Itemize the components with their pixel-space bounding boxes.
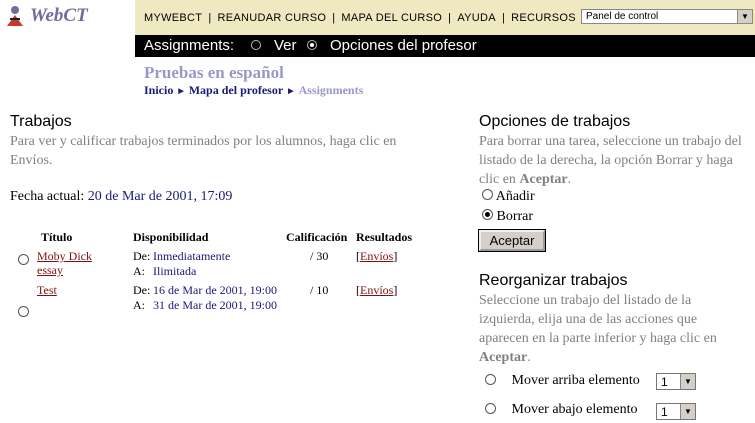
nav-separator: | bbox=[501, 12, 506, 24]
grade-max: / 10 bbox=[310, 283, 329, 297]
logo-area: WebCT bbox=[0, 0, 135, 37]
grade-max: / 30 bbox=[310, 249, 329, 263]
course-title: Pruebas en español bbox=[144, 63, 284, 82]
assignment-title-link[interactable]: Moby Dick bbox=[37, 249, 92, 264]
webct-logo-icon bbox=[7, 6, 23, 26]
logo-text: WebCT bbox=[30, 5, 88, 26]
radio-ver-label: Ver bbox=[274, 37, 297, 54]
top-nav-links: MYWEBCT | REANUDAR CURSO | MAPA DEL CURSO | AY… bbox=[144, 12, 576, 24]
top-navigation: MYWEBCT | REANUDAR CURSO | MAPA DEL CURSO | AY… bbox=[135, 0, 755, 37]
opciones-description: Para borrar una tarea, seleccione un tra… bbox=[479, 134, 742, 187]
nav-link-recursos[interactable]: RECURSOS bbox=[511, 12, 576, 24]
column-header-titulo: Título bbox=[41, 230, 73, 244]
radio-move-down[interactable] bbox=[485, 403, 496, 414]
chevron-down-icon[interactable]: ▼ bbox=[737, 10, 752, 23]
assignments-mode-bar: Assignments: Ver Opciones del profesor bbox=[135, 35, 755, 57]
assignments-label: Assignments: bbox=[144, 37, 235, 54]
current-date-label: Fecha actual: bbox=[10, 189, 85, 204]
breadcrumb-arrow-icon: ▶ bbox=[288, 87, 294, 96]
availability-to-label: A: bbox=[133, 298, 145, 312]
move-down-label: Mover abajo elemento bbox=[511, 402, 638, 417]
nav-separator: | bbox=[332, 12, 336, 24]
availability-from: Inmediatamente bbox=[153, 249, 231, 263]
option-anadir[interactable]: Añadir bbox=[482, 189, 535, 205]
current-date-value: 20 de Mar de 2001, 17:09 bbox=[87, 189, 233, 204]
nav-link-mywebct[interactable]: MYWEBCT bbox=[144, 12, 202, 24]
reorganizar-heading: Reorganizar trabajos bbox=[479, 272, 628, 289]
breadcrumb-current: Assignments bbox=[298, 83, 364, 97]
move-down-option[interactable]: Mover abajo elemento bbox=[485, 402, 637, 418]
radio-ver[interactable] bbox=[251, 40, 261, 50]
nav-separator: | bbox=[208, 12, 212, 24]
opciones-heading: Opciones de trabajos bbox=[479, 113, 631, 130]
reorganizar-description: Seleccione un trabajo del listado de la … bbox=[479, 293, 717, 365]
move-down-select[interactable]: 1 ▼ bbox=[656, 403, 696, 420]
option-borrar-label: Borrar bbox=[496, 209, 534, 224]
availability-to-label: A: bbox=[133, 264, 145, 278]
option-borrar[interactable]: Borrar bbox=[482, 209, 533, 225]
aceptar-button[interactable]: Aceptar bbox=[478, 229, 546, 252]
availability-to: 31 de Mar de 2001, 19:00 bbox=[153, 298, 277, 312]
nav-separator: | bbox=[448, 12, 452, 24]
breadcrumb-inicio[interactable]: Inicio bbox=[144, 83, 173, 97]
move-up-select[interactable]: 1 ▼ bbox=[656, 373, 696, 390]
trabajos-heading: Trabajos bbox=[10, 113, 72, 130]
availability-to: Ilimitada bbox=[153, 264, 197, 278]
radio-anadir[interactable] bbox=[482, 189, 493, 200]
nav-link-ayuda[interactable]: AYUDA bbox=[457, 12, 496, 24]
panel-select-value: Panel de control bbox=[586, 11, 659, 22]
move-up-value: 1 bbox=[661, 375, 668, 389]
availability-from: 16 de Mar de 2001, 19:00 bbox=[153, 283, 277, 297]
column-header-resultados: Resultados bbox=[356, 230, 413, 244]
availability-from-label: De: bbox=[133, 249, 151, 263]
panel-control-select[interactable]: Panel de control ▼ bbox=[581, 9, 753, 24]
breadcrumb-arrow-icon: ▶ bbox=[178, 87, 184, 96]
availability-from-label: De: bbox=[133, 283, 151, 297]
column-header-calificacion: Calificación bbox=[286, 230, 348, 244]
current-date: Fecha actual: 20 de Mar de 2001, 17:09 bbox=[10, 189, 232, 205]
assignment-title-link-cont[interactable]: essay bbox=[37, 263, 63, 278]
chevron-down-icon[interactable]: ▼ bbox=[680, 404, 695, 419]
results-link[interactable]: [Envíos] bbox=[356, 283, 397, 298]
radio-opciones-profesor-label: Opciones del profesor bbox=[330, 37, 477, 54]
row-select-radio[interactable] bbox=[18, 254, 29, 265]
move-down-value: 1 bbox=[661, 405, 668, 419]
breadcrumb: Inicio ▶ Mapa del profesor ▶ Assignments bbox=[144, 83, 363, 98]
move-up-option[interactable]: Mover arriba elemento bbox=[485, 373, 640, 389]
chevron-down-icon[interactable]: ▼ bbox=[680, 374, 695, 389]
move-up-label: Mover arriba elemento bbox=[511, 373, 640, 388]
breadcrumb-mapa-profesor[interactable]: Mapa del profesor bbox=[189, 83, 283, 97]
row-select-radio[interactable] bbox=[18, 306, 29, 317]
trabajos-description: Para ver y calificar trabajos terminados… bbox=[10, 134, 397, 168]
assignment-title-link[interactable]: Test bbox=[37, 283, 57, 298]
radio-opciones-profesor[interactable] bbox=[307, 40, 317, 50]
results-link[interactable]: [Envíos] bbox=[356, 249, 397, 264]
nav-link-mapa-del-curso[interactable]: MAPA DEL CURSO bbox=[341, 12, 442, 24]
option-anadir-label: Añadir bbox=[495, 189, 535, 204]
radio-move-up[interactable] bbox=[485, 374, 496, 385]
nav-link-reanudar-curso[interactable]: REANUDAR CURSO bbox=[218, 12, 327, 24]
column-header-disponibilidad: Disponibilidad bbox=[133, 230, 209, 244]
radio-borrar[interactable] bbox=[482, 209, 493, 220]
